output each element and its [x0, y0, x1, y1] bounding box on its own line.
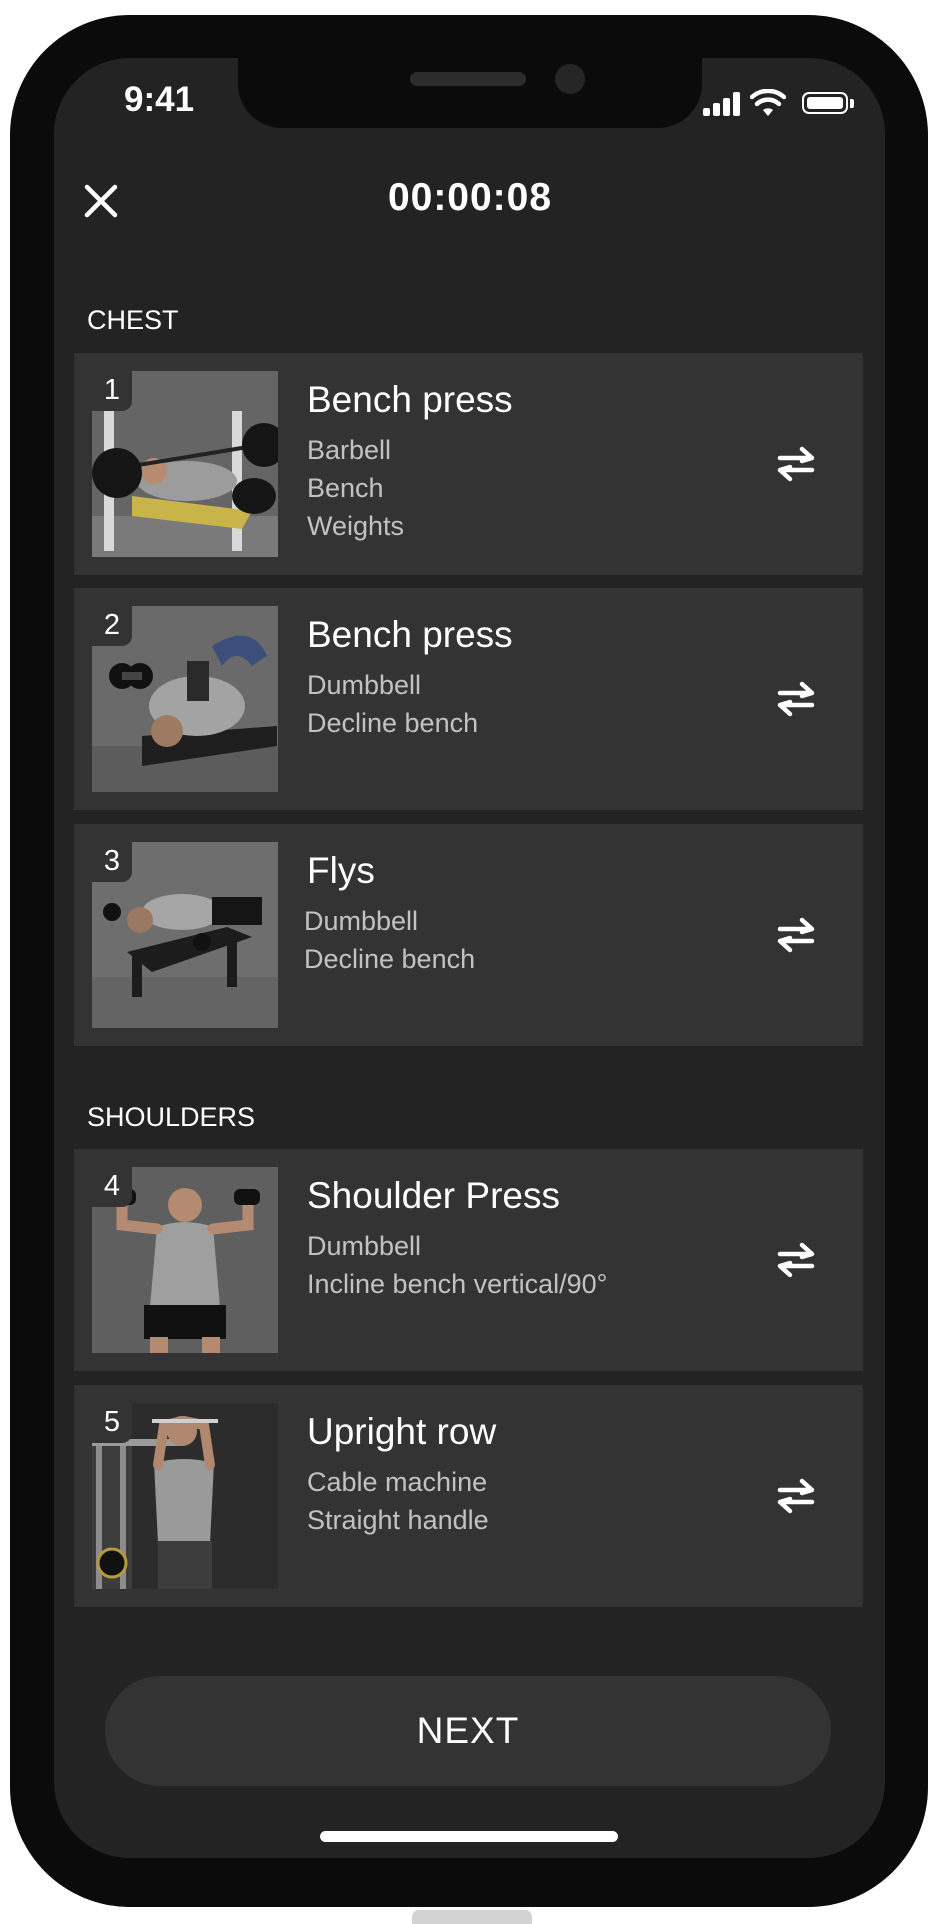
- exercise-thumbnail: 5: [92, 1403, 278, 1589]
- speaker-grille: [410, 72, 526, 86]
- status-time: 9:41: [124, 80, 195, 119]
- exercise-card[interactable]: 3 Flys Dumbbell Decline bench: [74, 824, 863, 1046]
- home-indicator[interactable]: [320, 1831, 618, 1842]
- exercise-number: 3: [92, 842, 132, 882]
- exercise-equipment-list: Dumbbell Decline bench: [307, 666, 478, 742]
- signal-icon: [703, 92, 743, 116]
- close-icon[interactable]: [84, 184, 118, 218]
- front-camera: [555, 64, 585, 94]
- exercise-equipment-list: Dumbbell Decline bench: [304, 902, 475, 978]
- exercise-number: 4: [92, 1167, 132, 1207]
- section-title-shoulders: SHOULDERS: [87, 1102, 256, 1132]
- wifi-icon: [750, 89, 786, 116]
- exercise-number: 5: [92, 1403, 132, 1443]
- equipment-tag: Weights: [307, 511, 405, 541]
- exercise-equipment-list: Cable machine Straight handle: [307, 1463, 489, 1539]
- exercise-equipment-list: Dumbbell Incline bench vertical/90°: [307, 1227, 607, 1303]
- battery-icon: [802, 92, 848, 114]
- exercise-thumbnail: 4: [92, 1167, 278, 1353]
- notch: [238, 58, 702, 128]
- equipment-tag: Dumbbell: [304, 906, 419, 936]
- equipment-tag: Decline bench: [304, 944, 476, 974]
- equipment-tag: Dumbbell: [307, 670, 422, 700]
- exercise-thumbnail: 1: [92, 371, 278, 557]
- equipment-tag: Decline bench: [307, 708, 479, 738]
- swap-exercise-icon[interactable]: [774, 445, 818, 483]
- equipment-tag: Dumbbell: [307, 1231, 422, 1261]
- equipment-tag: Straight handle: [307, 1505, 489, 1535]
- exercise-card[interactable]: 2 Bench press Dumbbell Decline bench: [74, 588, 863, 810]
- swap-exercise-icon[interactable]: [774, 916, 818, 954]
- exercise-card[interactable]: 1 Bench press Barbell Bench Weights: [74, 353, 863, 575]
- exercise-thumbnail: 2: [92, 606, 278, 792]
- exercise-name: Bench press: [307, 614, 513, 655]
- equipment-tag: Incline bench vertical/90°: [307, 1269, 608, 1299]
- equipment-tag: Bench: [307, 473, 384, 503]
- swap-exercise-icon[interactable]: [774, 680, 818, 718]
- exercise-number: 2: [92, 606, 132, 646]
- exercise-equipment-list: Barbell Bench Weights: [307, 431, 404, 545]
- exercise-number: 1: [92, 371, 132, 411]
- exercise-name: Upright row: [307, 1411, 497, 1452]
- exercise-card[interactable]: 5 Upright row Cable machine Straight han…: [74, 1385, 863, 1607]
- equipment-tag: Cable machine: [307, 1467, 488, 1497]
- device-side-handle: [412, 1910, 532, 1924]
- exercise-name: Shoulder Press: [307, 1175, 560, 1216]
- swap-exercise-icon[interactable]: [774, 1477, 818, 1515]
- exercise-card[interactable]: 4 Shoulder Press Dumbbell Incline bench …: [74, 1149, 863, 1371]
- battery-tip: [850, 99, 854, 108]
- exercise-thumbnail: 3: [92, 842, 278, 1028]
- exercise-name: Flys: [307, 850, 375, 891]
- swap-exercise-icon[interactable]: [774, 1241, 818, 1279]
- equipment-tag: Barbell: [307, 435, 392, 465]
- section-title-chest: CHEST: [87, 305, 179, 335]
- workout-timer: 00:00:08: [387, 176, 553, 219]
- exercise-name: Bench press: [307, 379, 513, 420]
- next-button[interactable]: NEXT: [105, 1676, 831, 1786]
